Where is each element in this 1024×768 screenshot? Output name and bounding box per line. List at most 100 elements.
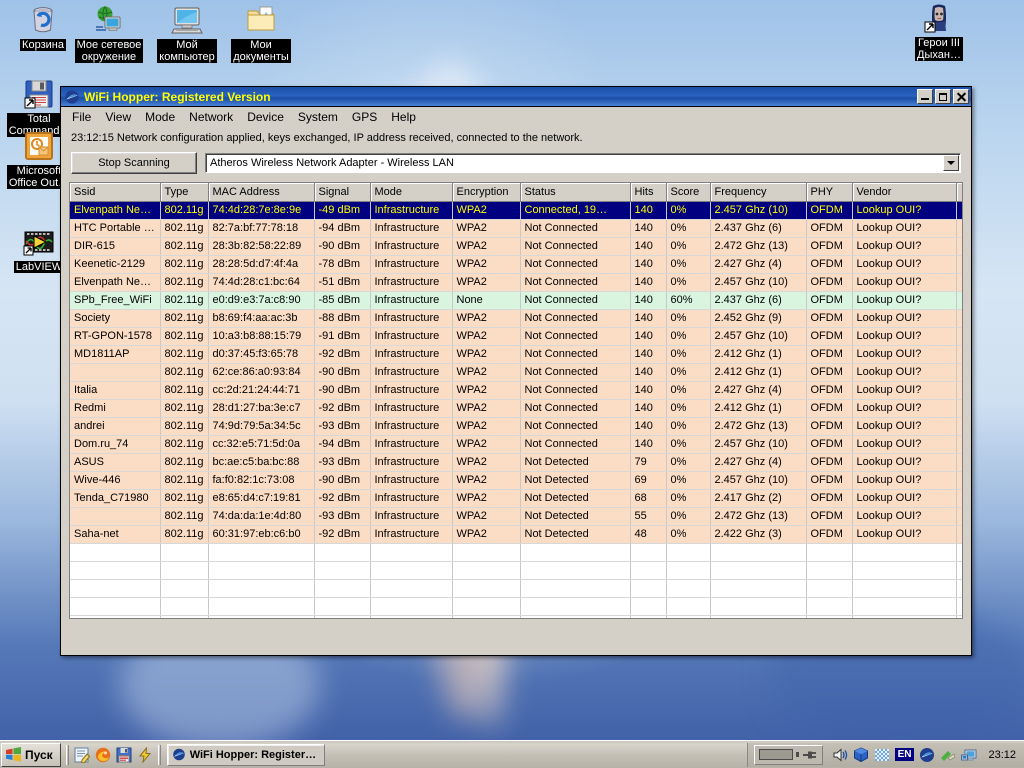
adapter-select[interactable]: Atheros Wireless Network Adapter - Wirel… [205, 153, 961, 173]
table-row-empty[interactable] [70, 561, 963, 579]
column-header-mode[interactable]: Mode [370, 183, 452, 201]
table-row[interactable]: andrei802.11g74:9d:79:5a:34:5c-93 dBmInf… [70, 417, 963, 435]
column-header-status[interactable]: Status [520, 183, 630, 201]
desktop-icon-network-places[interactable]: Мое сетевое окружение [70, 4, 148, 63]
networks-grid-scroll[interactable]: SsidTypeMAC AddressSignalModeEncryptionS… [69, 182, 963, 619]
cell-empty [852, 561, 956, 579]
maximize-icon[interactable] [935, 89, 951, 104]
table-row[interactable]: Society802.11gb8:69:f4:aa:ac:3b-88 dBmIn… [70, 309, 963, 327]
column-header-encryption[interactable]: Encryption [452, 183, 520, 201]
my-computer-icon [171, 4, 203, 36]
table-row[interactable]: 802.11g74:da:da:1e:4d:80-93 dBmInfrastru… [70, 507, 963, 525]
window-titlebar[interactable]: WiFi Hopper: Registered Version [61, 87, 971, 107]
taskbutton-wifi-hopper[interactable]: WiFi Hopper: Register… [167, 744, 325, 766]
desktop-icon-my-documents[interactable]: Мои документы [222, 4, 300, 63]
cell-phy: OFDM [806, 219, 852, 237]
firefox-icon[interactable] [95, 747, 111, 763]
table-row[interactable]: Wive-446802.11gfa:f0:82:1c:73:08-90 dBmI… [70, 471, 963, 489]
menu-mode[interactable]: Mode [138, 108, 182, 126]
floppy-disk-icon[interactable] [116, 747, 132, 763]
outlook-icon [23, 130, 55, 162]
menu-system[interactable]: System [291, 108, 345, 126]
battery-meter[interactable] [754, 745, 823, 765]
cell-encryption: WPA2 [452, 273, 520, 291]
desktop-icon-heroes3[interactable]: Герои III Дыхан… [900, 2, 978, 61]
column-header-ssid[interactable]: Ssid [70, 183, 160, 201]
cell-empty [710, 615, 806, 619]
table-row-empty[interactable] [70, 579, 963, 597]
heroes3-icon [923, 2, 955, 34]
column-header-hits[interactable]: Hits [630, 183, 666, 201]
window-title: WiFi Hopper: Registered Version [84, 90, 917, 104]
table-row-empty[interactable] [70, 615, 963, 619]
cell-type: 802.11g [160, 273, 208, 291]
column-header-signal[interactable]: Signal [314, 183, 370, 201]
language-indicator[interactable]: EN [895, 748, 915, 761]
cell-empty [806, 543, 852, 561]
cell-type: 802.11g [160, 453, 208, 471]
cell-empty [452, 597, 520, 615]
lan-tray-icon[interactable] [961, 747, 977, 763]
close-icon[interactable] [953, 89, 969, 104]
nvidia-tray-icon[interactable] [940, 747, 956, 763]
cell-empty [710, 579, 806, 597]
cell-encryption: WPA2 [452, 435, 520, 453]
menu-view[interactable]: View [98, 108, 138, 126]
column-header-pad[interactable] [956, 183, 963, 201]
printer-tray-icon[interactable] [853, 747, 869, 763]
table-row-empty[interactable] [70, 543, 963, 561]
menu-help[interactable]: Help [384, 108, 423, 126]
column-header-vendor[interactable]: Vendor [852, 183, 956, 201]
table-row[interactable]: Italia802.11gcc:2d:21:24:44:71-90 dBmInf… [70, 381, 963, 399]
cell-status: Not Connected [520, 399, 630, 417]
table-row[interactable]: ASUS802.11gbc:ae:c5:ba:bc:88-93 dBmInfra… [70, 453, 963, 471]
table-row[interactable]: DIR-615802.11g28:3b:82:58:22:89-90 dBmIn… [70, 237, 963, 255]
menu-gps[interactable]: GPS [345, 108, 384, 126]
column-header-phy[interactable]: PHY [806, 183, 852, 201]
cell-ssid: Wive-446 [70, 471, 160, 489]
cell-status: Not Connected [520, 327, 630, 345]
column-header-frequency[interactable]: Frequency [710, 183, 806, 201]
minimize-icon[interactable] [917, 89, 933, 104]
stop-scanning-button[interactable]: Stop Scanning [71, 152, 197, 174]
table-row[interactable]: HTC Portable …802.11g82:7a:bf:77:78:18-9… [70, 219, 963, 237]
table-row[interactable]: Dom.ru_74802.11gcc:32:e5:71:5d:0a-94 dBm… [70, 435, 963, 453]
cell-signal: -93 dBm [314, 507, 370, 525]
cell-hits: 140 [630, 417, 666, 435]
cell-hits: 140 [630, 399, 666, 417]
column-header-mac[interactable]: MAC Address [208, 183, 314, 201]
cell-mac: 74:4d:28:7e:8e:9e [208, 201, 314, 219]
table-row[interactable]: RT-GPON-1578802.11g10:a3:b8:88:15:79-91 … [70, 327, 963, 345]
cell-score: 0% [666, 399, 710, 417]
start-button[interactable]: Пуск [1, 743, 61, 767]
desktop-icon-my-computer[interactable]: Мой компьютер [148, 4, 226, 63]
cell-mac: 74:da:da:1e:4d:80 [208, 507, 314, 525]
table-row-empty[interactable] [70, 597, 963, 615]
menu-device[interactable]: Device [240, 108, 291, 126]
cell-type: 802.11g [160, 381, 208, 399]
table-row[interactable]: Elvenpath Ne…802.11g74:4d:28:c1:bc:64-51… [70, 273, 963, 291]
table-row[interactable]: 802.11g62:ce:86:a0:93:84-90 dBmInfrastru… [70, 363, 963, 381]
table-row[interactable]: Saha-net802.11g60:31:97:eb:c6:b0-92 dBmI… [70, 525, 963, 543]
cell-mode: Infrastructure [370, 345, 452, 363]
volume-tray-icon[interactable] [832, 747, 848, 763]
tray-clock[interactable]: 23:12 [982, 749, 1020, 761]
column-header-type[interactable]: Type [160, 183, 208, 201]
cell-score: 0% [666, 219, 710, 237]
table-row[interactable]: Elvenpath Ne…802.11g74:4d:28:7e:8e:9e-49… [70, 201, 963, 219]
chevron-down-icon[interactable] [943, 155, 959, 171]
lightning-icon[interactable] [137, 747, 153, 763]
cell-mac: e8:65:d4:c7:19:81 [208, 489, 314, 507]
table-row[interactable]: MD1811AP802.11gd0:37:45:f3:65:78-92 dBmI… [70, 345, 963, 363]
table-row[interactable]: Keenetic-2129802.11g28:28:5d:d7:4f:4a-78… [70, 255, 963, 273]
table-row[interactable]: SPb_Free_WiFi802.11ge0:d9:e3:7a:c8:90-85… [70, 291, 963, 309]
column-header-score[interactable]: Score [666, 183, 710, 201]
cell-ssid: Society [70, 309, 160, 327]
table-row[interactable]: Redmi802.11g28:d1:27:ba:3e:c7-92 dBmInfr… [70, 399, 963, 417]
wifi-hopper-tray-icon[interactable] [919, 747, 935, 763]
menu-network[interactable]: Network [182, 108, 240, 126]
menu-file[interactable]: File [65, 108, 98, 126]
network-tray-icon[interactable] [874, 747, 890, 763]
table-row[interactable]: Tenda_C71980802.11ge8:65:d4:c7:19:81-92 … [70, 489, 963, 507]
notepad-icon[interactable] [74, 747, 90, 763]
